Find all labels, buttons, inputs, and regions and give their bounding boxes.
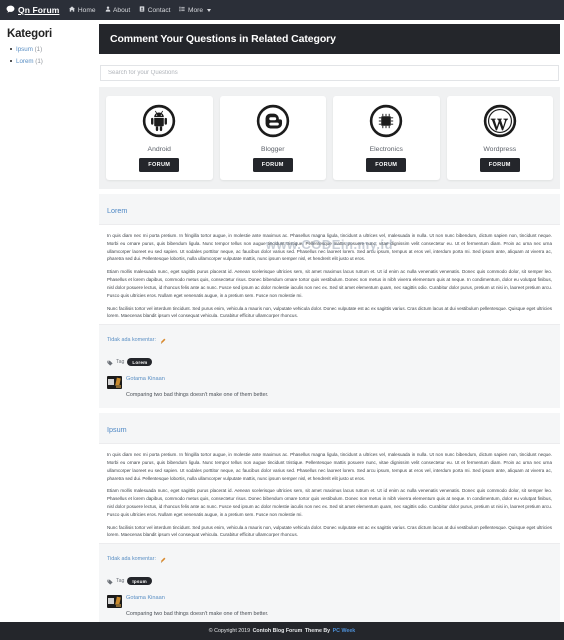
nav-item-about-label: About bbox=[113, 6, 131, 14]
tag-icon bbox=[107, 353, 113, 371]
blogger-icon bbox=[256, 104, 290, 143]
author-link[interactable]: Gotama Kinaan bbox=[126, 376, 268, 382]
post-paragraph: Etiam mollis malesuada nunc, eget sagitt… bbox=[107, 488, 552, 517]
comments-link[interactable]: Tidak ada komentar: bbox=[107, 556, 156, 562]
avatar bbox=[107, 376, 122, 390]
home-icon bbox=[69, 6, 76, 14]
avatar bbox=[107, 595, 122, 609]
post-paragraph: In quis diam nec mi porta pretium. In fr… bbox=[107, 452, 552, 481]
comment-row: Tidak ada komentar: bbox=[107, 331, 552, 349]
wordpress-icon bbox=[483, 104, 517, 143]
list-icon bbox=[179, 6, 186, 14]
post-title-link[interactable]: Ipsum bbox=[107, 425, 127, 434]
user-icon bbox=[105, 6, 111, 14]
post-ipsum: Ipsum In quis diam nec mi porta pretium.… bbox=[99, 413, 560, 628]
author-row: Gotama Kinaan Comparing two bad things d… bbox=[107, 376, 552, 401]
author-quote: Comparing two bad things doesn't make on… bbox=[126, 392, 269, 399]
pencil-icon[interactable] bbox=[160, 331, 166, 349]
search-bar bbox=[99, 54, 560, 87]
tag-icon bbox=[107, 572, 113, 590]
post-header: Ipsum bbox=[99, 413, 560, 445]
nav-item-about[interactable]: About bbox=[105, 6, 131, 14]
sidebar: Kategori Ipsum (1) Lorem (1) bbox=[0, 20, 95, 70]
post-footer: Tidak ada komentar: Tag Lorem Gotama Kin… bbox=[99, 324, 560, 409]
list-item: Ipsum (1) bbox=[10, 45, 88, 54]
list-item: Lorem (1) bbox=[10, 57, 88, 66]
nav-item-home-label: Home bbox=[77, 6, 96, 14]
site-footer: © Copyright 2019 Contoh Blog Forum Theme… bbox=[0, 622, 564, 640]
footer-copyright: © Copyright 2019 bbox=[208, 628, 251, 634]
post-lorem: Lorem www.CODEin.my.id In quis diam nec … bbox=[99, 194, 560, 409]
tag-row: Tag Ipsum bbox=[107, 572, 552, 590]
pencil-icon[interactable] bbox=[160, 550, 166, 568]
footer-site-name: Contoh Blog Forum bbox=[252, 628, 303, 634]
contact-card-icon bbox=[139, 6, 145, 14]
post-footer: Tidak ada komentar: Tag Ipsum Gotama Kin… bbox=[99, 543, 560, 628]
category-card-android[interactable]: Android FORUM bbox=[106, 96, 213, 180]
tag-badge[interactable]: Ipsum bbox=[127, 577, 152, 586]
chat-bubble-icon bbox=[6, 5, 15, 16]
sidebar-item-ipsum[interactable]: Ipsum bbox=[16, 46, 33, 53]
category-card-wordpress[interactable]: Wordpress FORUM bbox=[446, 96, 553, 180]
post-paragraph: In quis diam nec mi porta pretium. In fr… bbox=[107, 233, 552, 262]
author-quote: Comparing two bad things doesn't make on… bbox=[126, 611, 269, 618]
post-title-link[interactable]: Lorem bbox=[107, 206, 127, 215]
category-card-electronics-label: Electronics bbox=[369, 146, 403, 153]
sidebar-heading: Kategori bbox=[7, 28, 53, 40]
main-content: Comment Your Questions in Related Catego… bbox=[95, 20, 564, 640]
android-icon bbox=[142, 104, 176, 143]
tag-label: Tag bbox=[116, 578, 125, 585]
nav-item-contact[interactable]: Contact bbox=[139, 6, 170, 14]
author-link[interactable]: Gotama Kinaan bbox=[126, 595, 268, 601]
sidebar-item-lorem-count: (1) bbox=[35, 58, 43, 66]
category-card-blogger-label: Blogger bbox=[261, 146, 285, 153]
tag-row: Tag Lorem bbox=[107, 353, 552, 371]
tag-label: Tag bbox=[116, 359, 125, 366]
page-body: Kategori Ipsum (1) Lorem (1) Comment You… bbox=[0, 20, 564, 640]
chevron-down-icon bbox=[206, 8, 211, 12]
top-navbar: Qn Forum Home About Contact More bbox=[0, 0, 564, 20]
page-title: Comment Your Questions in Related Catego… bbox=[99, 24, 560, 54]
post-body: In quis diam nec mi porta pretium. In fr… bbox=[99, 444, 560, 543]
nav-item-more[interactable]: More bbox=[179, 6, 211, 14]
category-card-android-button[interactable]: FORUM bbox=[139, 158, 180, 172]
comments-link[interactable]: Tidak ada komentar: bbox=[107, 337, 156, 343]
category-card-blogger[interactable]: Blogger FORUM bbox=[219, 96, 326, 180]
category-card-android-label: Android bbox=[147, 146, 171, 153]
author-row: Gotama Kinaan Comparing two bad things d… bbox=[107, 595, 552, 620]
post-paragraph: Nunc facilisis tortor vel interdum tinci… bbox=[107, 305, 552, 319]
post-body: www.CODEin.my.id In quis diam nec mi por… bbox=[99, 225, 560, 324]
category-card-electronics[interactable]: Electronics FORUM bbox=[333, 96, 440, 180]
nav-item-home[interactable]: Home bbox=[69, 6, 96, 14]
sidebar-item-ipsum-count: (1) bbox=[34, 46, 43, 53]
nav-links: Home About Contact More bbox=[69, 6, 211, 14]
category-card-blogger-button[interactable]: FORUM bbox=[252, 158, 293, 172]
tag-badge[interactable]: Lorem bbox=[127, 358, 153, 367]
nav-item-more-label: More bbox=[187, 6, 204, 14]
post-paragraph: Nunc facilisis tortor vel interdum tinci… bbox=[107, 524, 552, 538]
microchip-icon bbox=[369, 104, 403, 143]
comment-row: Tidak ada komentar: bbox=[107, 550, 552, 568]
brand-logo[interactable]: Qn Forum bbox=[6, 5, 59, 16]
category-card-wordpress-button[interactable]: FORUM bbox=[479, 158, 520, 172]
sidebar-item-lorem[interactable]: Lorem bbox=[16, 58, 34, 65]
post-paragraph: Etiam mollis malesuada nunc, eget sagitt… bbox=[107, 269, 552, 298]
sidebar-category-list: Ipsum (1) Lorem (1) bbox=[7, 45, 88, 67]
search-input[interactable] bbox=[100, 65, 559, 81]
nav-item-contact-label: Contact bbox=[147, 6, 171, 14]
category-card-electronics-button[interactable]: FORUM bbox=[366, 158, 407, 172]
footer-author-link[interactable]: PC Week bbox=[333, 628, 356, 634]
category-card-wordpress-label: Wordpress bbox=[483, 146, 517, 153]
footer-theme-by: Theme By bbox=[304, 628, 331, 634]
category-cards: Android FORUM Blogger FORUM Electronics … bbox=[99, 87, 560, 189]
post-header: Lorem bbox=[99, 194, 560, 225]
brand-label: Qn Forum bbox=[18, 5, 60, 15]
